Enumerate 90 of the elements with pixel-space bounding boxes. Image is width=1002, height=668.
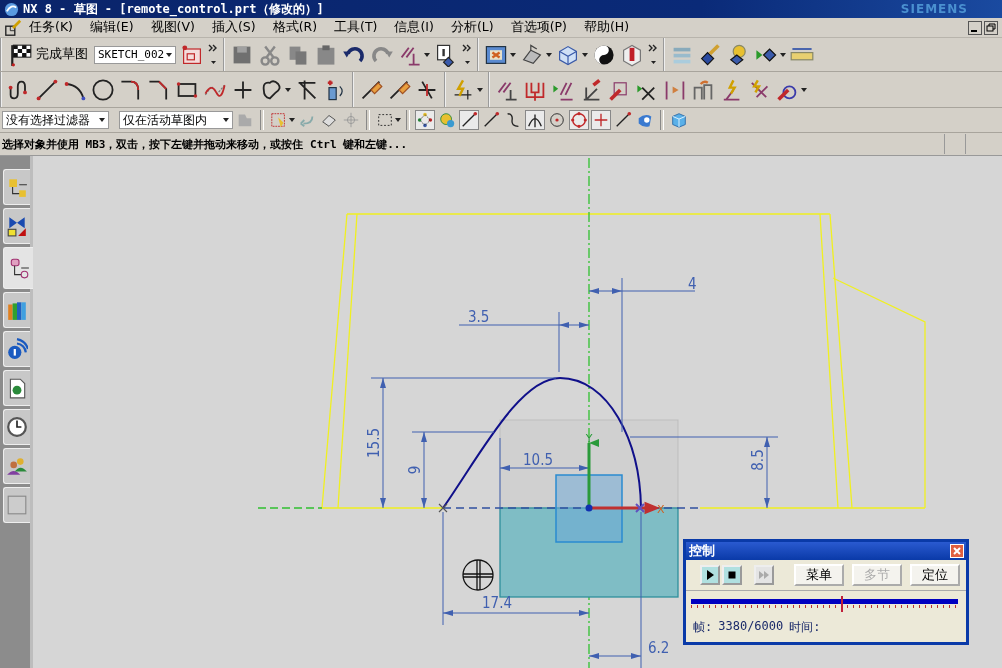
caret-icon[interactable] [99, 118, 105, 122]
books-icon [6, 299, 28, 321]
blank-tab-icon [6, 494, 28, 516]
solid-cube-icon[interactable] [669, 110, 689, 130]
stop-icon [726, 569, 738, 581]
brand-name: SIEMENS [900, 2, 969, 16]
window-title: NX 8 - 草图 - [remote_control.prt（修改的）] [23, 0, 324, 18]
status-prompt: 选择对象并使用 MB3，双击，按下左键并拖动来移动，或按住 Ctrl 键和左键... [1, 136, 409, 152]
origin-point [585, 504, 593, 512]
frame-label: 帧: [693, 619, 713, 636]
circle-icon[interactable] [91, 77, 115, 102]
resource-tab[interactable] [3, 169, 30, 205]
menu-item[interactable]: 编辑(E) [89, 19, 134, 36]
caret-icon[interactable] [510, 52, 517, 57]
resource-tab[interactable] [3, 448, 30, 484]
menu-item[interactable]: 插入(S) [211, 19, 256, 36]
caret-icon[interactable] [166, 52, 173, 57]
dimension-value[interactable]: 3.5 [468, 308, 490, 326]
dots-icon[interactable] [415, 110, 435, 130]
dialog-button[interactable]: 定位 [910, 564, 960, 586]
diamond-pen-icon[interactable] [698, 42, 723, 67]
crosshair-cursor-icon [462, 559, 494, 591]
app-logo-icon [4, 1, 19, 17]
center-icon[interactable] [547, 110, 567, 130]
restore-icon[interactable] [984, 20, 998, 35]
caret-icon[interactable] [285, 87, 291, 92]
horizontal-axis-line [257, 507, 323, 509]
menu-item[interactable]: 帮助(H) [583, 19, 630, 36]
dimension-value[interactable]: 17.4 [482, 594, 513, 612]
endpoint-marker-icon [438, 503, 448, 513]
caret-icon[interactable] [424, 52, 431, 57]
clock-icon [6, 416, 28, 438]
finish-sketch-button[interactable]: 完成草图 [7, 42, 90, 67]
selection-scope-dropdown[interactable]: 仅在活动草图内 [119, 111, 233, 129]
menu-item[interactable]: 工具(T) [334, 19, 378, 36]
axis-label: X [657, 503, 665, 516]
frame-value: 3380/6000 [718, 619, 784, 635]
dimension-value[interactable]: 6.2 [648, 639, 670, 657]
time-label: 时间: [789, 619, 821, 636]
people-icon [6, 455, 28, 477]
resource-tab[interactable] [3, 370, 30, 406]
caret-icon[interactable] [289, 118, 295, 122]
resource-tab[interactable] [3, 292, 30, 328]
dimension-line[interactable] [442, 511, 590, 626]
line-icon[interactable] [35, 77, 59, 102]
checkered-flag-icon [9, 42, 33, 67]
caret-icon[interactable] [477, 87, 483, 92]
menu-item[interactable]: 格式(R) [272, 19, 318, 36]
caret-icon[interactable] [582, 52, 589, 57]
menu-item[interactable]: 任务(K) [29, 19, 73, 36]
dimension-value[interactable]: 9 [406, 465, 424, 475]
slider-thumb[interactable] [840, 596, 843, 612]
resource-tab[interactable] [3, 331, 30, 367]
constraint-symbol-icon [6, 215, 28, 237]
endpoint-icon[interactable] [459, 110, 479, 130]
menu-item[interactable]: 分析(L) [450, 19, 494, 36]
sketch-name-dropdown[interactable]: SKETCH_002 [94, 45, 177, 64]
datum-plane [555, 474, 623, 543]
dialog-button[interactable]: 菜单 [794, 564, 844, 586]
play-icon [704, 569, 716, 581]
timeline-slider[interactable] [691, 599, 958, 613]
stop-button[interactable] [722, 565, 742, 585]
dimension-value[interactable]: 15.5 [365, 428, 383, 458]
selection-filter-dropdown[interactable]: 没有选择过滤器 [2, 111, 109, 129]
axis-label: Y [585, 432, 593, 445]
info-signal-icon [6, 338, 28, 360]
resource-tab[interactable] [3, 409, 30, 445]
caret-icon[interactable] [223, 118, 229, 122]
caret-icon[interactable] [546, 52, 553, 57]
minimize-icon[interactable] [968, 20, 982, 35]
resource-tab[interactable] [3, 208, 30, 244]
endpoint-marker-icon [635, 503, 645, 513]
intersection-icon[interactable] [525, 110, 545, 130]
dimension-value[interactable]: 8.5 [749, 449, 767, 471]
caret-icon[interactable] [780, 52, 787, 57]
assembly-tree-icon [6, 176, 28, 198]
dialog-title: 控制 [689, 542, 715, 560]
caret-icon[interactable] [801, 87, 807, 92]
sketch-task-icon[interactable] [4, 18, 22, 37]
fast-forward-icon [758, 569, 770, 581]
dimension-value[interactable]: 10.5 [523, 451, 554, 469]
close-icon[interactable] [950, 544, 964, 558]
menu-item[interactable]: 首选项(P) [510, 19, 567, 36]
menu-item[interactable]: 视图(V) [150, 19, 195, 36]
play-button[interactable] [700, 565, 720, 585]
caret-icon[interactable] [395, 118, 401, 122]
dimension-value[interactable]: 4 [688, 275, 697, 293]
resource-tab[interactable] [3, 247, 33, 289]
quadrant-icon[interactable] [569, 110, 589, 130]
menu-item[interactable]: 信息(I) [394, 19, 434, 36]
